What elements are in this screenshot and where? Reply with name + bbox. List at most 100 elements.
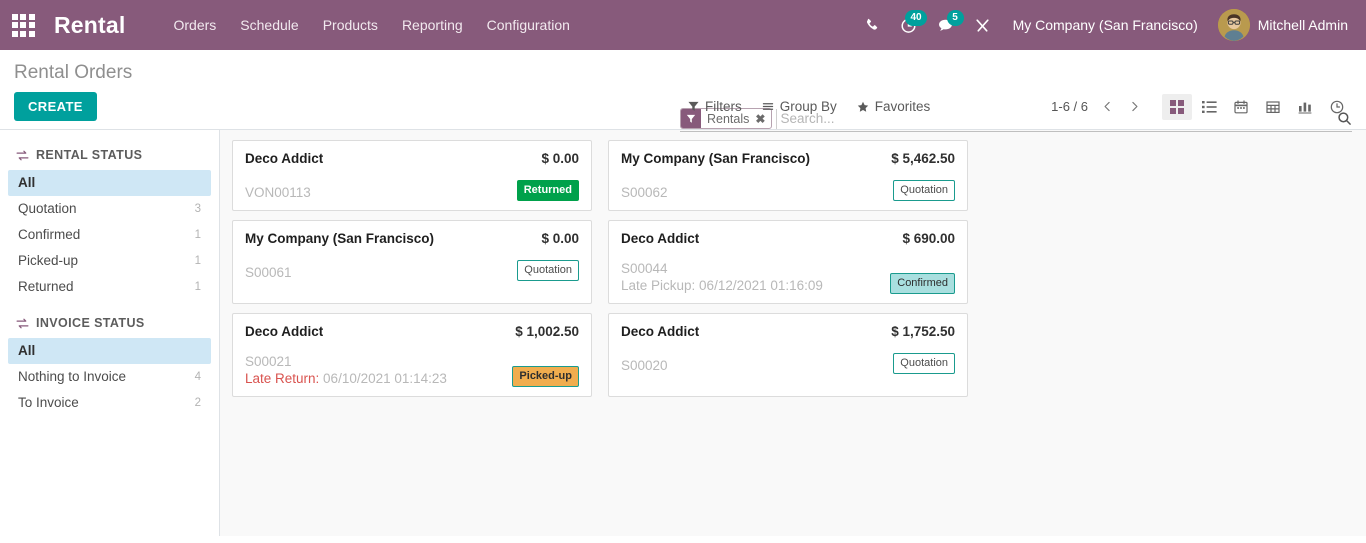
sidebar-item-rental-returned[interactable]: Returned 1 <box>8 274 211 300</box>
kanban-card-state-badge: Quotation <box>893 180 955 201</box>
apps-grid-icon[interactable] <box>10 12 36 38</box>
kanban-card-amount: $ 690.00 <box>902 231 955 246</box>
sidebar-item-rental-quotation[interactable]: Quotation 3 <box>8 196 211 222</box>
view-activity-button[interactable] <box>1322 94 1352 120</box>
kanban-card-ref-block: S00044 Late Pickup: 06/12/2021 01:16:09 <box>621 260 823 294</box>
view-graph-button[interactable] <box>1290 94 1320 120</box>
kanban-card-partner: Deco Addict <box>245 324 324 339</box>
sidebar-item-count: 4 <box>194 371 201 383</box>
kanban-card[interactable]: Deco Addict $ 0.00 VON00113 Returned <box>232 140 592 211</box>
kanban-card-amount: $ 0.00 <box>541 151 579 166</box>
messages-chat-icon[interactable]: 5 <box>927 9 964 40</box>
filter-icon <box>688 101 699 112</box>
kanban-card-amount: $ 1,002.50 <box>515 324 579 339</box>
view-list-button[interactable] <box>1194 94 1224 120</box>
sidebar-item-to-invoice[interactable]: To Invoice 2 <box>8 390 211 416</box>
kanban-card-ref-block: S00020 <box>621 357 668 374</box>
kanban-card[interactable]: Deco Addict $ 1,002.50 S00021 Late Return: … <box>232 313 592 397</box>
search-panel-sidebar: RENTAL STATUS All Quotation 3 Confirmed … <box>0 130 220 536</box>
kanban-card-footer: S00061 Quotation <box>245 260 579 281</box>
kanban-card-state-badge: Picked-up <box>512 366 579 387</box>
user-name: Mitchell Admin <box>1257 17 1348 33</box>
kanban-card[interactable]: My Company (San Francisco) $ 5,462.50 S000… <box>608 140 968 211</box>
kanban-view: Deco Addict $ 0.00 VON00113 Returned My Comp… <box>220 130 1366 536</box>
kanban-card-reference: S00061 <box>245 265 292 280</box>
groupby-dropdown[interactable]: Group By <box>752 95 847 118</box>
kanban-card[interactable]: Deco Addict $ 1,752.50 S00020 Quotation <box>608 313 968 397</box>
sidebar-item-count: 3 <box>194 203 201 215</box>
kanban-card-header: Deco Addict $ 1,752.50 <box>621 324 955 339</box>
kanban-card-partner: My Company (San Francisco) <box>621 151 811 166</box>
kanban-card-reference: S00062 <box>621 185 668 200</box>
menu-item-configuration[interactable]: Configuration <box>475 10 582 40</box>
menu-item-products[interactable]: Products <box>311 10 390 40</box>
sidebar-items-invoice-status: All Nothing to Invoice 4 To Invoice 2 <box>0 338 219 416</box>
kanban-card-state-badge: Confirmed <box>890 273 955 294</box>
kanban-card-late-date: 06/10/2021 01:14:23 <box>319 371 447 386</box>
view-switcher <box>1162 93 1352 120</box>
sidebar-item-label: To Invoice <box>18 395 79 410</box>
sidebar-item-rental-confirmed[interactable]: Confirmed 1 <box>8 222 211 248</box>
app-brand-rental[interactable]: Rental <box>54 12 126 39</box>
tools-icon[interactable] <box>964 11 1001 40</box>
sidebar-item-label: Returned <box>18 279 74 294</box>
filters-dropdown[interactable]: Filters <box>678 95 752 118</box>
phone-icon[interactable] <box>855 12 890 39</box>
kanban-card-header: My Company (San Francisco) $ 5,462.50 <box>621 151 955 166</box>
menu-item-orders[interactable]: Orders <box>162 10 229 40</box>
kanban-card-late-date: 06/12/2021 01:16:09 <box>695 278 823 293</box>
kanban-card-partner: Deco Addict <box>245 151 324 166</box>
sidebar-section-invoice-status: INVOICE STATUS <box>0 310 219 338</box>
favorites-dropdown[interactable]: Favorites <box>847 95 941 118</box>
kanban-card-reference: S00044 <box>621 261 668 276</box>
sidebar-item-count: 1 <box>194 255 201 267</box>
menu-item-schedule[interactable]: Schedule <box>228 10 310 40</box>
exchange-icon <box>16 317 29 330</box>
messages-count-badge: 5 <box>946 9 964 26</box>
pager-previous-button[interactable] <box>1094 98 1121 115</box>
kanban-card-late-info: Late Return: 06/10/2021 01:14:23 <box>245 370 447 387</box>
kanban-card-ref-block: S00061 <box>245 264 292 281</box>
kanban-card-ref-block: S00021 Late Return: 06/10/2021 01:14:23 <box>245 353 447 387</box>
sidebar-item-label: Quotation <box>18 201 77 216</box>
user-menu[interactable]: Mitchell Admin <box>1210 5 1354 45</box>
menu-item-reporting[interactable]: Reporting <box>390 10 475 40</box>
sidebar-item-rental-picked-up[interactable]: Picked-up 1 <box>8 248 211 274</box>
content-area: RENTAL STATUS All Quotation 3 Confirmed … <box>0 130 1366 536</box>
sidebar-item-invoice-all[interactable]: All <box>8 338 211 364</box>
kanban-card-partner: Deco Addict <box>621 231 700 246</box>
sidebar-item-count: 1 <box>194 229 201 241</box>
kanban-card-amount: $ 1,752.50 <box>891 324 955 339</box>
control-panel: Rental Orders Rentals ✖ CREATE <box>0 50 1366 132</box>
kanban-card-late-label: Late Return: <box>245 371 320 386</box>
sidebar-item-rental-all[interactable]: All <box>8 170 211 196</box>
kanban-card-footer: S00020 Quotation <box>621 353 955 374</box>
sidebar-item-label: All <box>18 343 36 358</box>
top-navbar: Rental Orders Schedule Products Reportin… <box>0 0 1366 50</box>
sidebar-item-nothing-to-invoice[interactable]: Nothing to Invoice 4 <box>8 364 211 390</box>
kanban-card-late-label: Late Pickup: <box>621 278 696 293</box>
control-panel-actions-row: CREATE Filters Group By Favorites 1-6 / … <box>0 86 1366 129</box>
kanban-card[interactable]: Deco Addict $ 690.00 S00044 Late Pickup: 06… <box>608 220 968 304</box>
kanban-card-header: Deco Addict $ 0.00 <box>245 151 579 166</box>
search-dropdowns: Filters Group By Favorites <box>678 95 940 118</box>
bars-icon <box>762 101 774 112</box>
groupby-label: Group By <box>779 99 837 114</box>
sidebar-item-count: 1 <box>194 281 201 293</box>
view-pivot-button[interactable] <box>1258 94 1288 120</box>
favorites-label: Favorites <box>874 99 931 114</box>
kanban-card-footer: VON00113 Returned <box>245 180 579 201</box>
kanban-card-ref-block: VON00113 <box>245 184 311 201</box>
star-icon <box>857 101 869 113</box>
pager-next-button[interactable] <box>1121 98 1148 115</box>
pager-counter: 1-6 / 6 <box>1051 99 1088 114</box>
exchange-icon <box>16 149 29 162</box>
sidebar-section-label: RENTAL STATUS <box>36 148 143 162</box>
create-button[interactable]: CREATE <box>14 92 97 121</box>
kanban-card[interactable]: My Company (San Francisco) $ 0.00 S00061 Qu… <box>232 220 592 304</box>
view-kanban-button[interactable] <box>1162 93 1192 120</box>
view-calendar-button[interactable] <box>1226 94 1256 120</box>
activities-clock-icon[interactable]: 40 <box>890 9 927 40</box>
sidebar-section-label: INVOICE STATUS <box>36 316 145 330</box>
company-switcher[interactable]: My Company (San Francisco) <box>1001 11 1210 39</box>
